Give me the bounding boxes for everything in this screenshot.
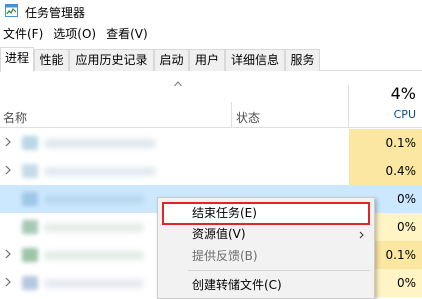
window-title: 任务管理器 (25, 6, 86, 20)
process-icon (22, 164, 38, 178)
process-icon (22, 248, 38, 262)
menu-file[interactable]: 文件(F) (0, 24, 48, 44)
menu-item-resource-values[interactable]: 资源值(V) (158, 223, 374, 246)
tab-bar: 进程 性能 应用历史记录 启动 用户 详细信息 服务 (0, 47, 422, 72)
process-name-blurred (44, 251, 144, 260)
column-cpu[interactable]: CPU (394, 108, 416, 121)
process-name-blurred (44, 223, 144, 232)
expand-chevron-icon[interactable] (4, 165, 12, 175)
menu-item-end-task[interactable]: 结束任务(E) (162, 202, 370, 225)
context-menu: 结束任务(E) 资源值(V) 提供反馈(B) 创建转储文件(C) (157, 197, 375, 299)
cpu-total-percent: 4% (390, 84, 416, 103)
process-name-blurred (44, 195, 144, 204)
process-icon (22, 220, 38, 234)
expand-chevron-icon[interactable] (4, 277, 12, 287)
menu-item-create-dump[interactable]: 创建转储文件(C) (158, 274, 374, 297)
expand-chevron-icon[interactable] (4, 137, 12, 147)
process-icon (22, 192, 38, 206)
tab-services[interactable]: 服务 (285, 49, 320, 71)
menu-separator (188, 270, 370, 271)
cpu-cell: 0.4% (349, 157, 422, 185)
menu-item-provide-feedback: 提供反馈(B) (192, 249, 258, 263)
tab-users[interactable]: 用户 (189, 49, 225, 71)
process-icon (22, 276, 38, 290)
tab-processes[interactable]: 进程 (0, 47, 34, 72)
menu-view[interactable]: 查看(V) (101, 24, 153, 44)
sort-caret-icon[interactable] (174, 81, 182, 87)
tab-performance[interactable]: 性能 (34, 49, 69, 71)
tab-app-history[interactable]: 应用历史记录 (69, 49, 154, 71)
title-bar: 任务管理器 (0, 0, 422, 22)
column-divider[interactable] (231, 102, 232, 128)
column-divider[interactable] (348, 85, 349, 128)
process-name-blurred (44, 279, 144, 288)
cpu-cell: 0.1% (349, 129, 422, 157)
submenu-arrow-icon (359, 231, 364, 239)
menu-bar: 文件(F) 选项(O) 查看(V) (0, 24, 153, 44)
process-name-blurred (44, 139, 156, 148)
column-header: 名称 状态 4% CPU (0, 72, 422, 128)
expand-chevron-icon[interactable] (4, 249, 12, 259)
process-icon (22, 136, 38, 150)
process-row[interactable]: 0.1% (0, 129, 422, 157)
menu-options[interactable]: 选项(O) (48, 24, 101, 44)
tab-details[interactable]: 详细信息 (225, 49, 285, 71)
process-name-blurred (44, 167, 156, 176)
tab-startup[interactable]: 启动 (154, 49, 189, 71)
column-name[interactable]: 名称 (3, 109, 27, 126)
menu-item-label: 资源值(V) (192, 227, 246, 241)
column-status[interactable]: 状态 (236, 109, 260, 126)
process-row[interactable]: 0.4% (0, 157, 422, 185)
task-manager-icon (5, 4, 18, 17)
